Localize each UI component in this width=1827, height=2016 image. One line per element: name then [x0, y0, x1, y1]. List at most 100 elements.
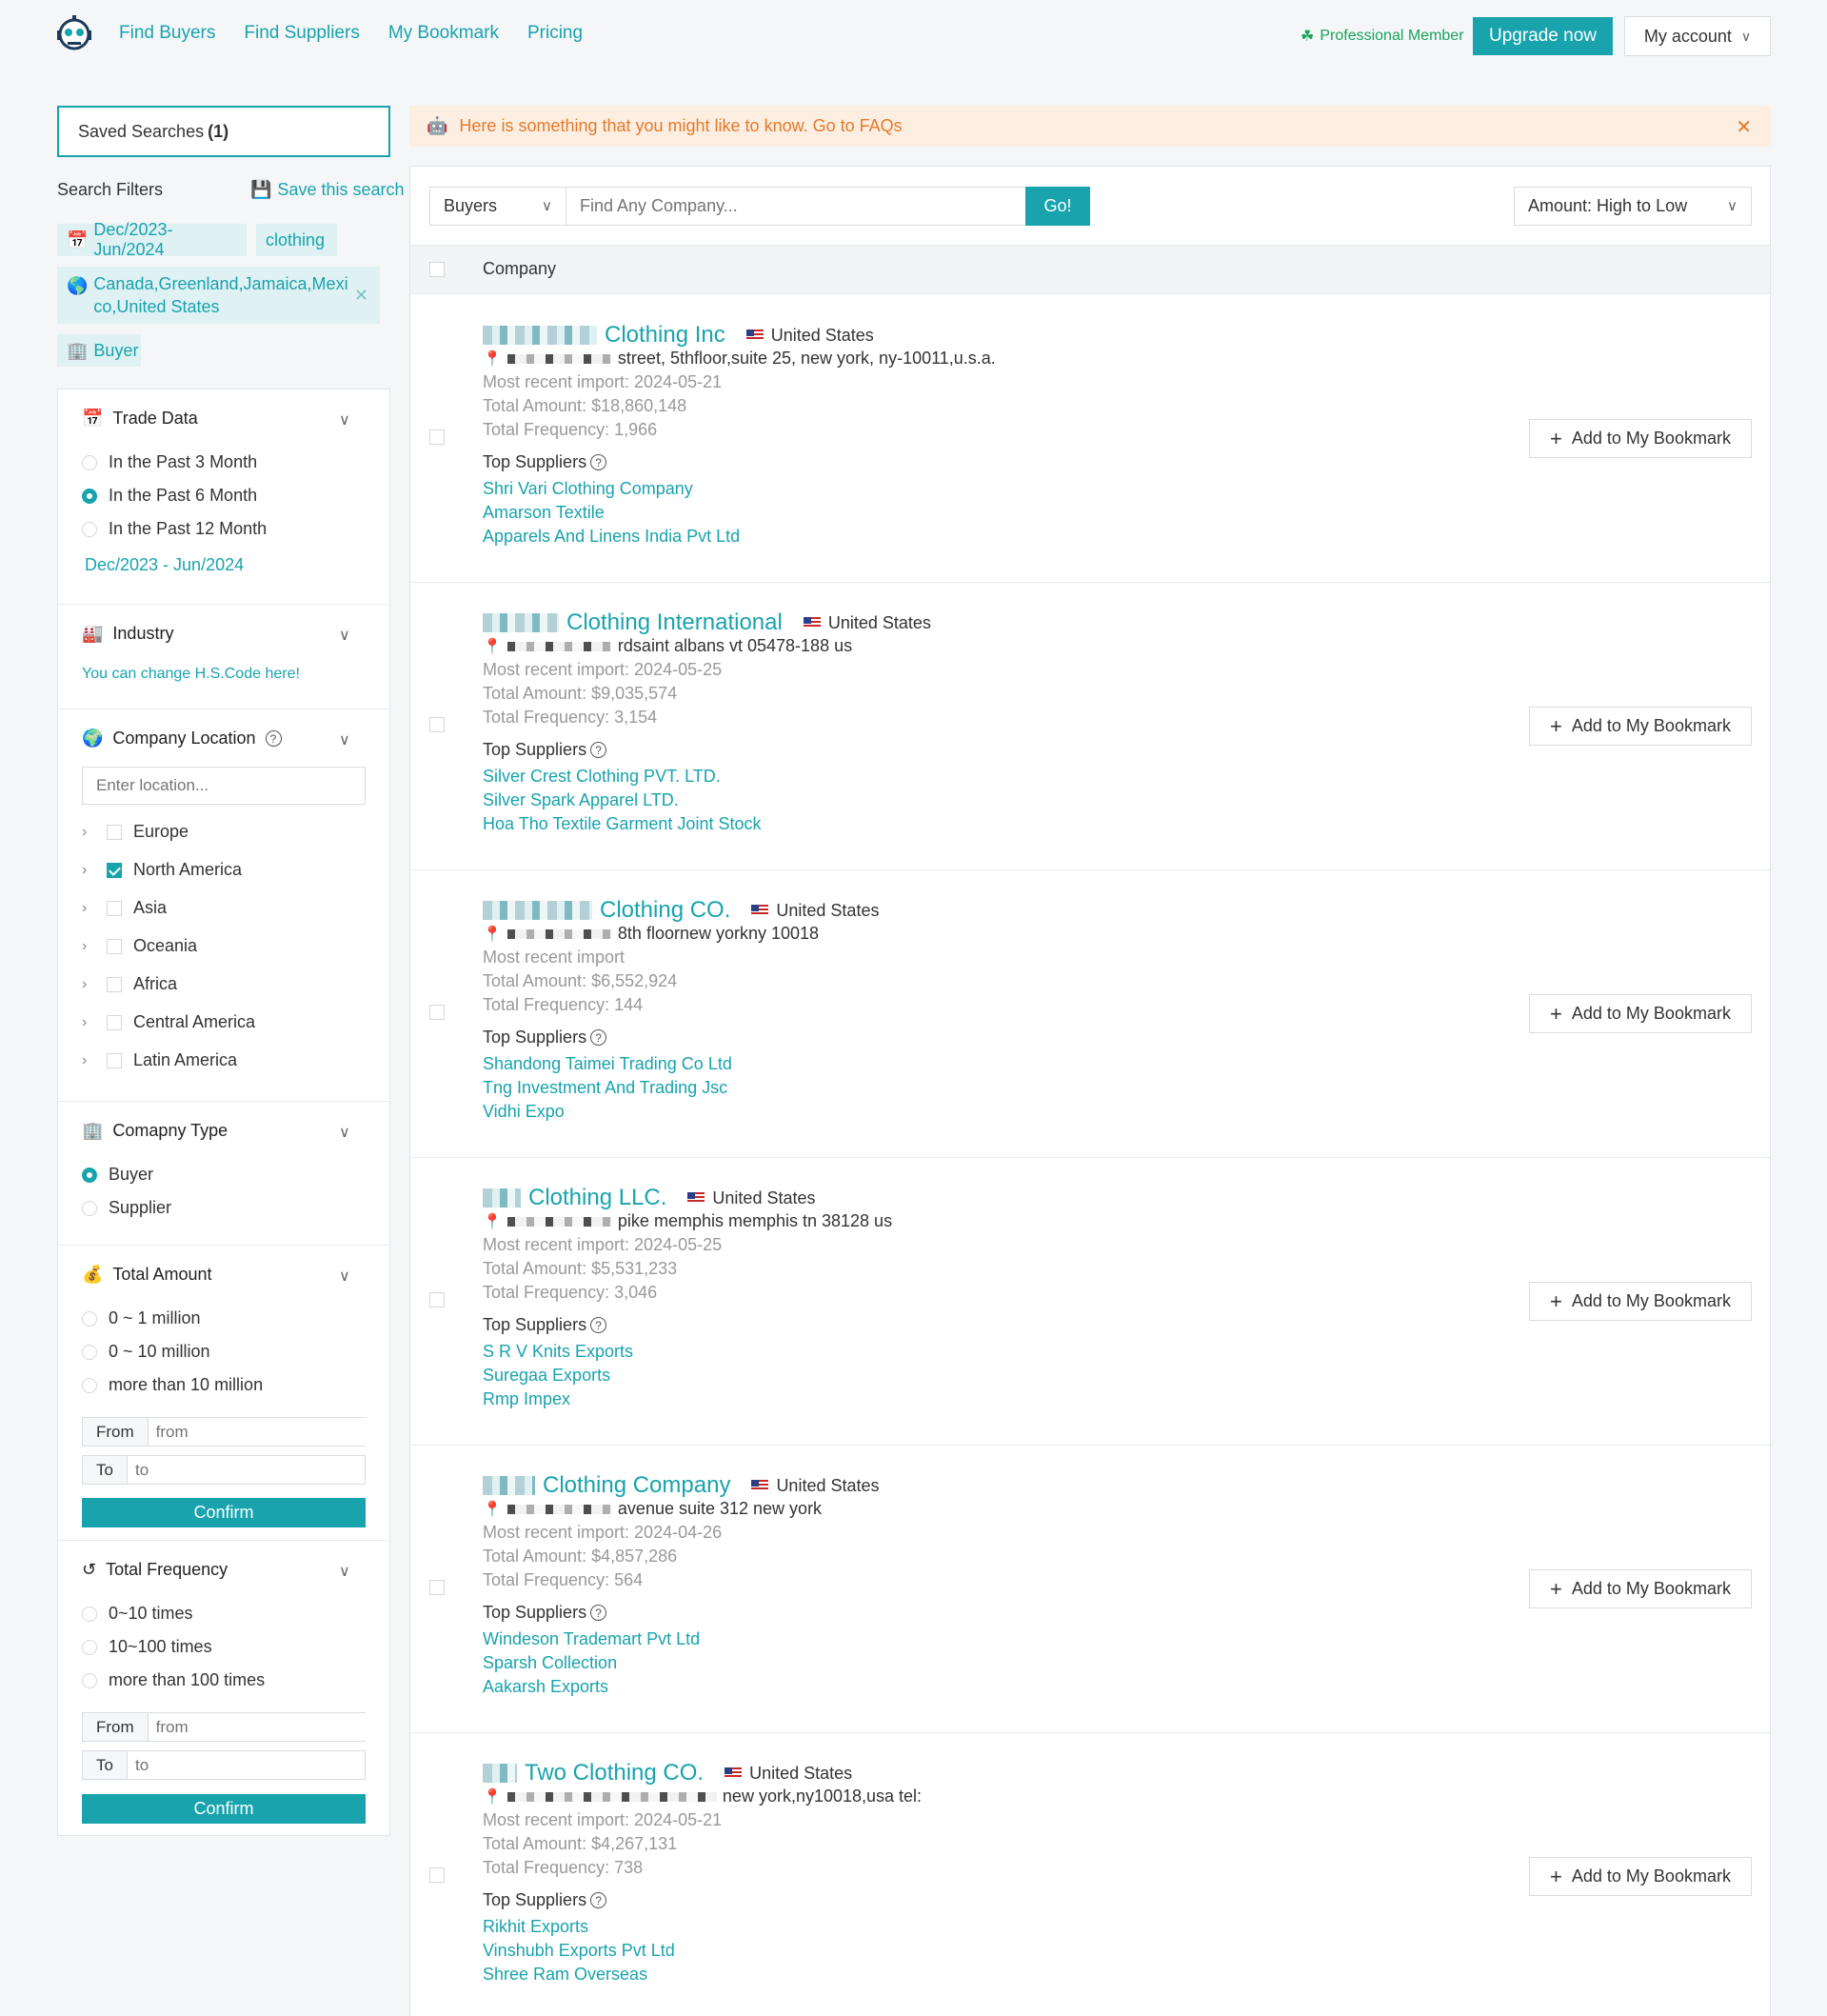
supplier-link[interactable]: Suregaa Exports — [483, 1366, 610, 1386]
supplier-link[interactable]: Rmp Impex — [483, 1389, 570, 1409]
supplier-link[interactable]: Silver Crest Clothing PVT. LTD. — [483, 767, 721, 787]
company-name[interactable]: Clothing CO. — [600, 897, 730, 924]
supplier-link[interactable]: Vinshubh Exports Pvt Ltd — [483, 1941, 675, 1961]
chevron-down-icon[interactable]: ∨ — [339, 410, 350, 429]
row-checkbox[interactable] — [429, 429, 445, 445]
row-checkbox[interactable] — [429, 717, 445, 732]
chevron-down-icon[interactable]: ∨ — [339, 730, 350, 749]
supplier-link[interactable]: Amarson Textile — [483, 503, 605, 523]
radio-buyer[interactable]: Buyer — [82, 1165, 153, 1185]
region-latin-america[interactable]: › Latin America — [82, 1050, 237, 1070]
supplier-link[interactable]: Hoa Tho Textile Garment Joint Stock — [483, 814, 761, 834]
freq-from-input[interactable] — [148, 1713, 367, 1741]
industry-header[interactable]: 🏭 Industry — [82, 624, 173, 644]
chevron-right-icon[interactable]: › — [82, 824, 107, 841]
company-location-header[interactable]: 🌍 Company Location ? — [82, 729, 282, 749]
region-asia[interactable]: › Asia — [82, 898, 167, 918]
company-search-input[interactable] — [566, 187, 1026, 226]
chevron-down-icon[interactable]: ∨ — [339, 1267, 350, 1286]
save-search-link[interactable]: 💾 Save this search — [250, 180, 405, 200]
supplier-link[interactable]: Apparels And Linens India Pvt Ltd — [483, 527, 740, 547]
notice-text[interactable]: Here is something that you might like to… — [459, 116, 902, 136]
trade-data-header[interactable]: 📅 Trade Data — [82, 409, 198, 429]
amount-to-input[interactable] — [127, 1456, 365, 1484]
chevron-right-icon[interactable]: › — [82, 976, 107, 993]
radio-amount-1m[interactable]: 0 ~ 1 million — [82, 1308, 201, 1328]
supplier-link[interactable]: S R V Knits Exports — [483, 1342, 633, 1362]
chevron-right-icon[interactable]: › — [82, 938, 107, 955]
supplier-link[interactable]: Shri Vari Clothing Company — [483, 479, 693, 499]
radio-past-12-month[interactable]: In the Past 12 Month — [82, 519, 267, 539]
checkbox[interactable] — [107, 1052, 122, 1068]
checkbox-checked[interactable] — [107, 862, 122, 878]
hs-code-link[interactable]: You can change H.S.Code here! — [82, 666, 300, 683]
radio-freq-10[interactable]: 0~10 times — [82, 1604, 193, 1624]
supplier-link[interactable]: Windeson Trademart Pvt Ltd — [483, 1629, 700, 1649]
filter-tag-keyword[interactable]: clothing — [256, 224, 337, 256]
radio-freq-100[interactable]: 10~100 times — [82, 1637, 212, 1657]
type-select[interactable]: Buyers ∨ — [429, 187, 566, 226]
filter-tag-type[interactable]: 🏢 Buyer — [57, 334, 141, 367]
help-icon[interactable]: ? — [590, 454, 607, 470]
my-account-dropdown[interactable]: My account ∨ — [1624, 16, 1771, 56]
radio-past-6-month[interactable]: In the Past 6 Month — [82, 486, 257, 506]
filter-tag-location[interactable]: 🌎 Canada,Greenland,Jamaica,Mexico,United… — [57, 267, 380, 324]
checkbox[interactable] — [107, 824, 122, 840]
radio-past-3-month[interactable]: In the Past 3 Month — [82, 452, 257, 472]
company-name[interactable]: Clothing Inc — [605, 322, 725, 349]
nav-find-buyers[interactable]: Find Buyers — [119, 23, 215, 44]
radio-freq-more[interactable]: more than 100 times — [82, 1670, 265, 1690]
checkbox[interactable] — [107, 1014, 122, 1030]
add-to-bookmark-button[interactable]: + Add to My Bookmark — [1529, 1282, 1752, 1321]
help-icon[interactable]: ? — [590, 1317, 607, 1333]
radio-amount-more[interactable]: more than 10 million — [82, 1375, 263, 1395]
chevron-down-icon[interactable]: ∨ — [339, 1123, 350, 1142]
radio-amount-10m[interactable]: 0 ~ 10 million — [82, 1342, 210, 1362]
chevron-right-icon[interactable]: › — [82, 1052, 107, 1069]
help-icon[interactable]: ? — [590, 1892, 607, 1908]
company-name[interactable]: Clothing LLC. — [528, 1185, 666, 1211]
chevron-down-icon[interactable]: ∨ — [339, 626, 350, 645]
select-all-checkbox[interactable] — [429, 262, 445, 277]
total-amount-header[interactable]: 💰 Total Amount — [82, 1265, 211, 1285]
date-range-link[interactable]: Dec/2023 - Jun/2024 — [85, 555, 244, 575]
supplier-link[interactable]: Aakarsh Exports — [483, 1677, 608, 1697]
supplier-link[interactable]: Shree Ram Overseas — [483, 1965, 647, 1985]
help-icon[interactable]: ? — [590, 1605, 607, 1621]
region-europe[interactable]: › Europe — [82, 822, 189, 842]
supplier-link[interactable]: Vidhi Expo — [483, 1102, 565, 1122]
upgrade-button[interactable]: Upgrade now — [1473, 17, 1613, 55]
checkbox[interactable] — [107, 938, 122, 954]
add-to-bookmark-button[interactable]: + Add to My Bookmark — [1529, 1569, 1752, 1608]
freq-confirm-button[interactable]: Confirm — [82, 1794, 366, 1824]
close-icon[interactable]: ✕ — [354, 284, 368, 307]
saved-searches-button[interactable]: Saved Searches (1) — [57, 106, 390, 157]
chevron-right-icon[interactable]: › — [82, 1014, 107, 1031]
company-name[interactable]: Two Clothing CO. — [525, 1760, 704, 1786]
checkbox[interactable] — [107, 900, 122, 916]
row-checkbox[interactable] — [429, 1580, 445, 1595]
supplier-link[interactable]: Shandong Taimei Trading Co Ltd — [483, 1054, 732, 1074]
company-type-header[interactable]: 🏢 Comapny Type — [82, 1121, 228, 1141]
filter-tag-date[interactable]: 📅 Dec/2023-Jun/2024 — [57, 220, 247, 259]
help-icon[interactable]: ? — [265, 730, 282, 747]
company-name[interactable]: Clothing Company — [543, 1472, 730, 1499]
chevron-right-icon[interactable]: › — [82, 862, 107, 879]
region-central-america[interactable]: › Central America — [82, 1012, 255, 1032]
row-checkbox[interactable] — [429, 1292, 445, 1307]
go-button[interactable]: Go! — [1025, 187, 1090, 226]
nav-find-suppliers[interactable]: Find Suppliers — [244, 23, 359, 44]
region-oceania[interactable]: › Oceania — [82, 936, 197, 956]
supplier-link[interactable]: Rikhit Exports — [483, 1917, 588, 1937]
supplier-link[interactable]: Tng Investment And Trading Jsc — [483, 1078, 727, 1098]
add-to-bookmark-button[interactable]: + Add to My Bookmark — [1529, 707, 1752, 746]
row-checkbox[interactable] — [429, 1005, 445, 1020]
nav-my-bookmark[interactable]: My Bookmark — [388, 23, 499, 44]
chevron-right-icon[interactable]: › — [82, 900, 107, 917]
amount-confirm-button[interactable]: Confirm — [82, 1498, 366, 1527]
checkbox[interactable] — [107, 976, 122, 992]
help-icon[interactable]: ? — [590, 1029, 607, 1046]
company-name[interactable]: Clothing International — [566, 609, 783, 636]
close-icon[interactable]: ✕ — [1736, 115, 1752, 139]
region-north-america[interactable]: › North America — [82, 860, 242, 880]
